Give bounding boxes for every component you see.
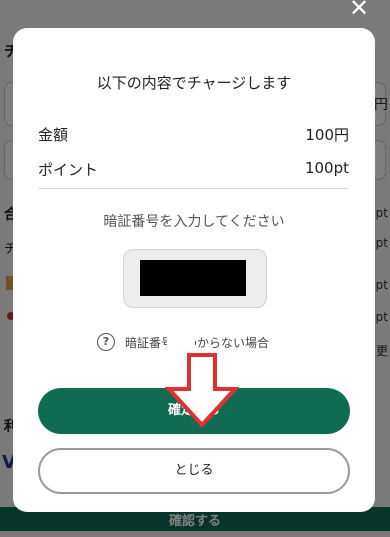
forgot-pin-text: 暗証番号がわからない場合: [125, 329, 270, 354]
points-value: 100pt: [304, 159, 349, 177]
charge-confirm-dialog: 以下の内容でチャージします 金額 100円 ポイント 100pt 暗証番号を入力…: [13, 28, 375, 512]
pin-prompt: 暗証番号を入力してください: [103, 214, 285, 230]
divider: [38, 188, 349, 189]
points-label: ポイント: [38, 161, 99, 179]
pin-input[interactable]: [123, 249, 267, 308]
amount-label: 金額: [38, 126, 69, 144]
forgot-pin-link[interactable]: ? 暗証番号がわからない場合: [97, 329, 270, 354]
forgot-pin-label: 暗証番号がわからない場合: [125, 335, 270, 350]
amount-value: 100円: [305, 126, 349, 144]
down-arrow-icon: [165, 353, 239, 427]
close-icon[interactable]: ✕: [348, 0, 370, 20]
dialog-title: 以下の内容でチャージします: [96, 74, 292, 92]
pin-redaction: [140, 260, 246, 296]
amount-row: 金額 100円: [38, 124, 349, 145]
question-icon: ?: [97, 333, 115, 351]
points-row: ポイント 100pt: [38, 159, 349, 180]
close-button[interactable]: とじる: [38, 448, 350, 494]
arrow-occlusion: [167, 329, 195, 354]
